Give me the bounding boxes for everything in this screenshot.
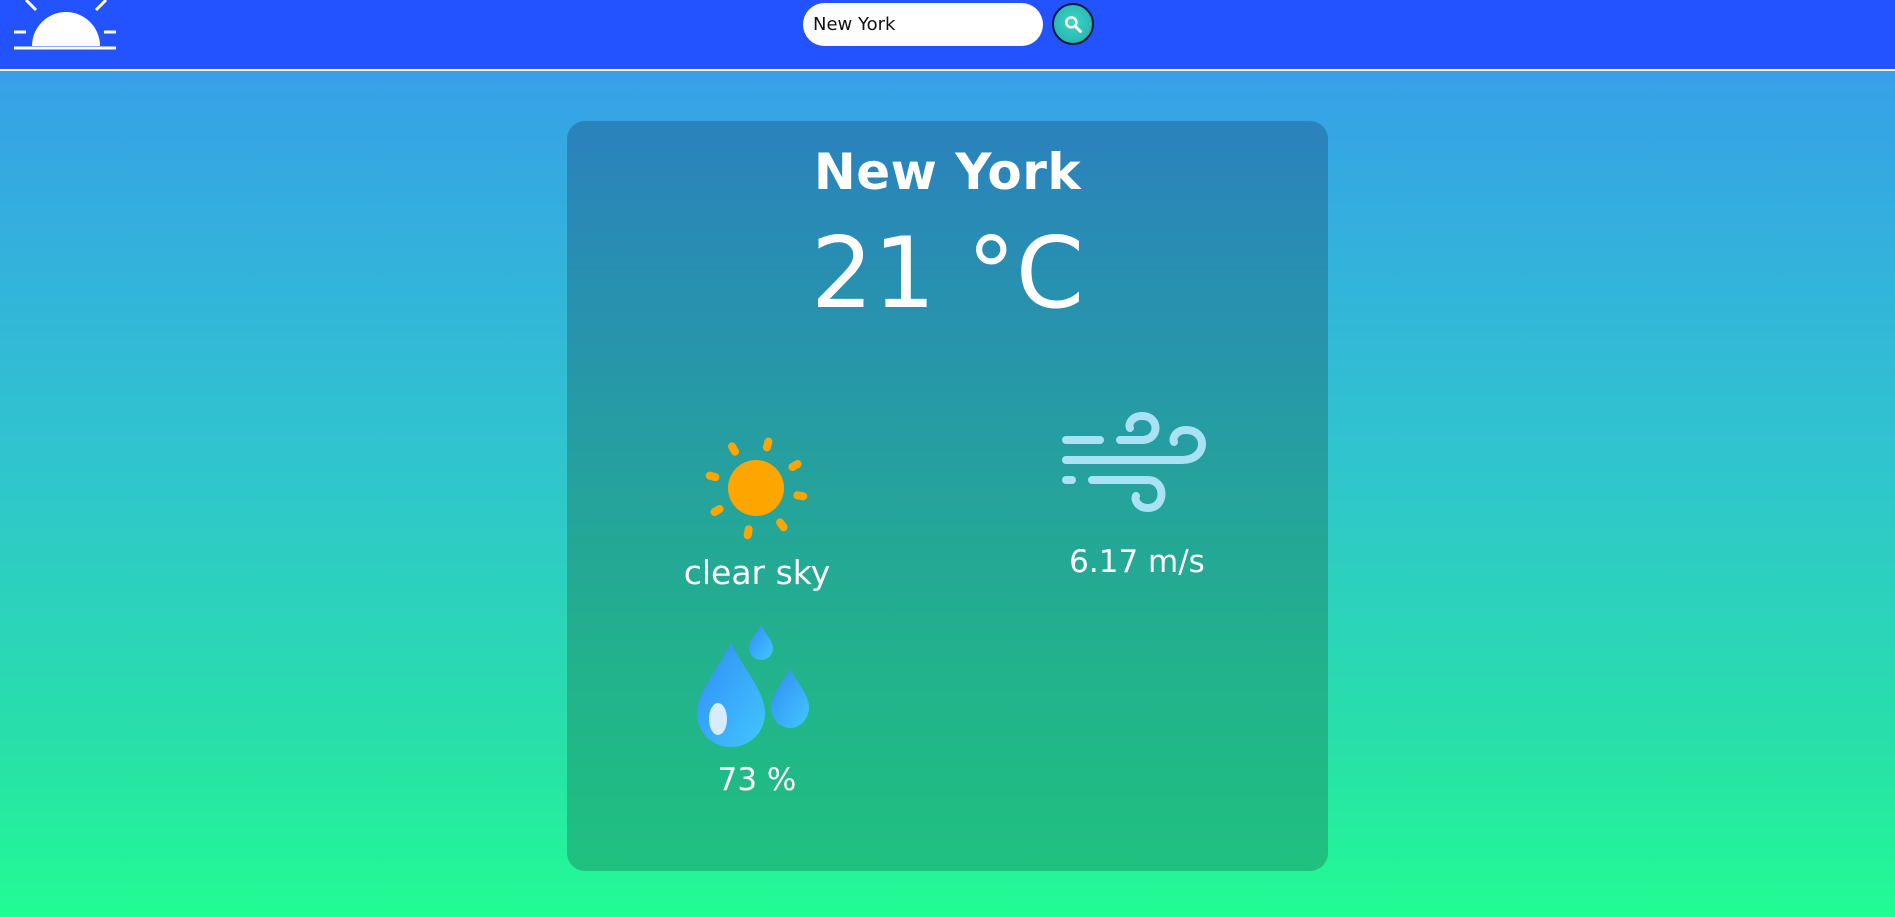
wind-icon	[1062, 411, 1206, 513]
search-button[interactable]	[1052, 3, 1094, 45]
sunrise-icon	[14, 0, 116, 50]
water-drops-icon	[697, 625, 809, 747]
weather-description: clear sky	[683, 553, 831, 592]
top-bar	[0, 0, 1895, 71]
humidity-value: 73 %	[717, 762, 797, 798]
sun-icon	[705, 437, 808, 540]
weather-app: New York 21 °C clear sky	[0, 0, 1895, 917]
weather-card: New York 21 °C clear sky 6.17 m/s 73 %	[567, 121, 1328, 871]
city-name: New York	[813, 143, 1082, 201]
temperature: 21 °C	[810, 217, 1085, 331]
city-search-input[interactable]	[803, 3, 1043, 46]
wind-speed: 6.17 m/s	[1069, 544, 1205, 580]
search-icon	[1065, 16, 1082, 33]
